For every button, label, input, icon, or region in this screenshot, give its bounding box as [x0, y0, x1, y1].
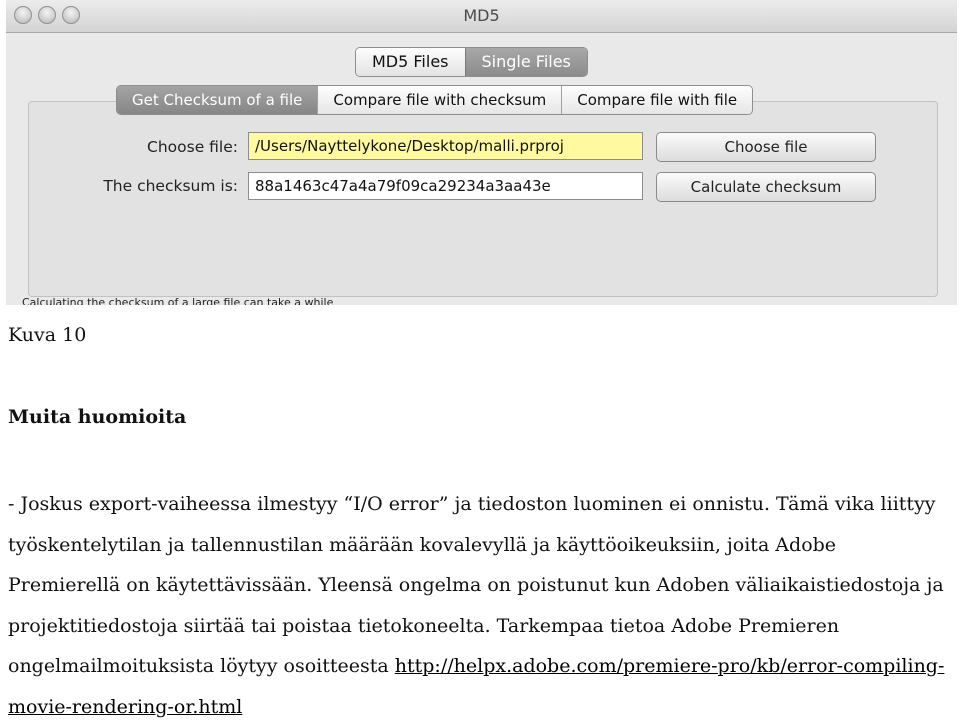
- choose-file-label: Choose file:: [147, 138, 238, 156]
- tab-md5-files[interactable]: MD5 Files: [356, 48, 465, 76]
- window-title: MD5: [463, 6, 500, 25]
- checksum-field[interactable]: 88a1463c47a4a79f09ca29234a3aa43e: [248, 172, 643, 200]
- mode-tabs: MD5 Files Single Files: [355, 47, 588, 77]
- tab-compare-file-file[interactable]: Compare file with file: [561, 86, 753, 114]
- file-path-field[interactable]: /Users/Nayttelykone/Desktop/malli.prproj: [248, 132, 643, 160]
- choose-file-button[interactable]: Choose file: [656, 132, 876, 162]
- md5-app-screenshot: MD5 MD5 Files Single Files Get Checksum …: [6, 0, 957, 305]
- title-bar: MD5: [6, 0, 957, 33]
- function-tabs: Get Checksum of a file Compare file with…: [116, 85, 754, 115]
- figure-caption: Kuva 10: [8, 324, 87, 346]
- status-text: Calculating the checksum of a large file…: [22, 296, 334, 305]
- tab-compare-file-checksum[interactable]: Compare file with checksum: [317, 86, 562, 114]
- body-paragraph: - Joskus export-vaiheessa ilmestyy “I/O …: [8, 484, 953, 727]
- checksum-label: The checksum is:: [103, 177, 238, 195]
- tab-single-files[interactable]: Single Files: [464, 48, 587, 76]
- window-body: MD5 Files Single Files Get Checksum of a…: [6, 33, 957, 305]
- paragraph-text: - Joskus export-vaiheessa ilmestyy “I/O …: [8, 493, 944, 677]
- tab-get-checksum[interactable]: Get Checksum of a file: [117, 86, 318, 114]
- calculate-checksum-button[interactable]: Calculate checksum: [656, 172, 876, 202]
- section-heading: Muita huomioita: [8, 406, 187, 428]
